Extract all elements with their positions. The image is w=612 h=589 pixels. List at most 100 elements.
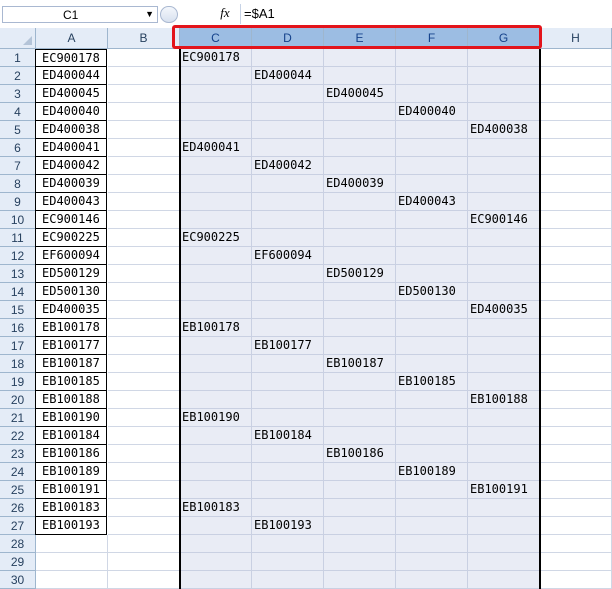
cell-e30[interactable] bbox=[324, 571, 396, 589]
cell-a29[interactable] bbox=[36, 553, 108, 571]
cell-d12[interactable]: EF600094 bbox=[252, 247, 324, 265]
cell-a26[interactable]: EB100183 bbox=[35, 499, 107, 517]
cell-a22[interactable]: EB100184 bbox=[35, 427, 107, 445]
cell-g4[interactable] bbox=[468, 103, 540, 121]
cell-d1[interactable] bbox=[252, 49, 324, 67]
row-header-1[interactable]: 1 bbox=[0, 49, 36, 67]
column-header-g[interactable]: G bbox=[468, 28, 540, 49]
cell-h22[interactable] bbox=[540, 427, 612, 445]
column-header-c[interactable]: C bbox=[180, 28, 252, 49]
cell-b4[interactable] bbox=[108, 103, 180, 121]
cell-h14[interactable] bbox=[540, 283, 612, 301]
row-header-14[interactable]: 14 bbox=[0, 283, 36, 301]
cell-g28[interactable] bbox=[468, 535, 540, 553]
cell-c8[interactable] bbox=[180, 175, 252, 193]
cell-e17[interactable] bbox=[324, 337, 396, 355]
cell-e5[interactable] bbox=[324, 121, 396, 139]
select-all-button[interactable] bbox=[0, 28, 36, 49]
cell-h12[interactable] bbox=[540, 247, 612, 265]
column-header-d[interactable]: D bbox=[252, 28, 324, 49]
cell-f1[interactable] bbox=[396, 49, 468, 67]
cell-f26[interactable] bbox=[396, 499, 468, 517]
cell-a3[interactable]: ED400045 bbox=[35, 85, 107, 103]
cell-d27[interactable]: EB100193 bbox=[252, 517, 324, 535]
cell-c28[interactable] bbox=[180, 535, 252, 553]
cell-c1[interactable]: EC900178 bbox=[180, 49, 252, 67]
cell-e27[interactable] bbox=[324, 517, 396, 535]
cell-h7[interactable] bbox=[540, 157, 612, 175]
cell-d8[interactable] bbox=[252, 175, 324, 193]
cell-d4[interactable] bbox=[252, 103, 324, 121]
cell-c30[interactable] bbox=[180, 571, 252, 589]
cell-a23[interactable]: EB100186 bbox=[35, 445, 107, 463]
cell-d28[interactable] bbox=[252, 535, 324, 553]
row-header-4[interactable]: 4 bbox=[0, 103, 36, 121]
cell-d15[interactable] bbox=[252, 301, 324, 319]
cell-b15[interactable] bbox=[108, 301, 180, 319]
cell-g17[interactable] bbox=[468, 337, 540, 355]
cell-b16[interactable] bbox=[108, 319, 180, 337]
cell-h9[interactable] bbox=[540, 193, 612, 211]
row-header-30[interactable]: 30 bbox=[0, 571, 36, 589]
row-header-3[interactable]: 3 bbox=[0, 85, 36, 103]
cell-h27[interactable] bbox=[540, 517, 612, 535]
cell-f25[interactable] bbox=[396, 481, 468, 499]
cell-e2[interactable] bbox=[324, 67, 396, 85]
cell-d25[interactable] bbox=[252, 481, 324, 499]
cell-g2[interactable] bbox=[468, 67, 540, 85]
cell-h30[interactable] bbox=[540, 571, 612, 589]
cell-h19[interactable] bbox=[540, 373, 612, 391]
cell-d7[interactable]: ED400042 bbox=[252, 157, 324, 175]
cell-e10[interactable] bbox=[324, 211, 396, 229]
cell-h10[interactable] bbox=[540, 211, 612, 229]
cell-g23[interactable] bbox=[468, 445, 540, 463]
cell-c11[interactable]: EC900225 bbox=[180, 229, 252, 247]
cell-e6[interactable] bbox=[324, 139, 396, 157]
cell-b11[interactable] bbox=[108, 229, 180, 247]
cell-e22[interactable] bbox=[324, 427, 396, 445]
cell-h11[interactable] bbox=[540, 229, 612, 247]
cell-e14[interactable] bbox=[324, 283, 396, 301]
cell-e15[interactable] bbox=[324, 301, 396, 319]
cell-e24[interactable] bbox=[324, 463, 396, 481]
cell-h17[interactable] bbox=[540, 337, 612, 355]
cell-b3[interactable] bbox=[108, 85, 180, 103]
row-header-23[interactable]: 23 bbox=[0, 445, 36, 463]
cell-g18[interactable] bbox=[468, 355, 540, 373]
cell-d10[interactable] bbox=[252, 211, 324, 229]
cell-c13[interactable] bbox=[180, 265, 252, 283]
name-box[interactable]: C1 ▼ bbox=[2, 6, 158, 23]
row-header-21[interactable]: 21 bbox=[0, 409, 36, 427]
cell-d19[interactable] bbox=[252, 373, 324, 391]
cell-g8[interactable] bbox=[468, 175, 540, 193]
cell-e4[interactable] bbox=[324, 103, 396, 121]
cell-a25[interactable]: EB100191 bbox=[35, 481, 107, 499]
cell-b13[interactable] bbox=[108, 265, 180, 283]
cell-a16[interactable]: EB100178 bbox=[35, 319, 107, 337]
row-header-19[interactable]: 19 bbox=[0, 373, 36, 391]
cell-a9[interactable]: ED400043 bbox=[35, 193, 107, 211]
cell-a15[interactable]: ED400035 bbox=[35, 301, 107, 319]
row-header-26[interactable]: 26 bbox=[0, 499, 36, 517]
cell-b14[interactable] bbox=[108, 283, 180, 301]
cell-b21[interactable] bbox=[108, 409, 180, 427]
cell-g12[interactable] bbox=[468, 247, 540, 265]
cell-c29[interactable] bbox=[180, 553, 252, 571]
cell-f9[interactable]: ED400043 bbox=[396, 193, 468, 211]
cell-c16[interactable]: EB100178 bbox=[180, 319, 252, 337]
cell-f10[interactable] bbox=[396, 211, 468, 229]
column-header-e[interactable]: E bbox=[324, 28, 396, 49]
cell-f15[interactable] bbox=[396, 301, 468, 319]
cell-c12[interactable] bbox=[180, 247, 252, 265]
cell-f5[interactable] bbox=[396, 121, 468, 139]
cell-h21[interactable] bbox=[540, 409, 612, 427]
cell-f3[interactable] bbox=[396, 85, 468, 103]
cell-c7[interactable] bbox=[180, 157, 252, 175]
cell-c3[interactable] bbox=[180, 85, 252, 103]
cell-g30[interactable] bbox=[468, 571, 540, 589]
cell-c15[interactable] bbox=[180, 301, 252, 319]
cell-a5[interactable]: ED400038 bbox=[35, 121, 107, 139]
cell-h25[interactable] bbox=[540, 481, 612, 499]
cell-c22[interactable] bbox=[180, 427, 252, 445]
cell-d29[interactable] bbox=[252, 553, 324, 571]
